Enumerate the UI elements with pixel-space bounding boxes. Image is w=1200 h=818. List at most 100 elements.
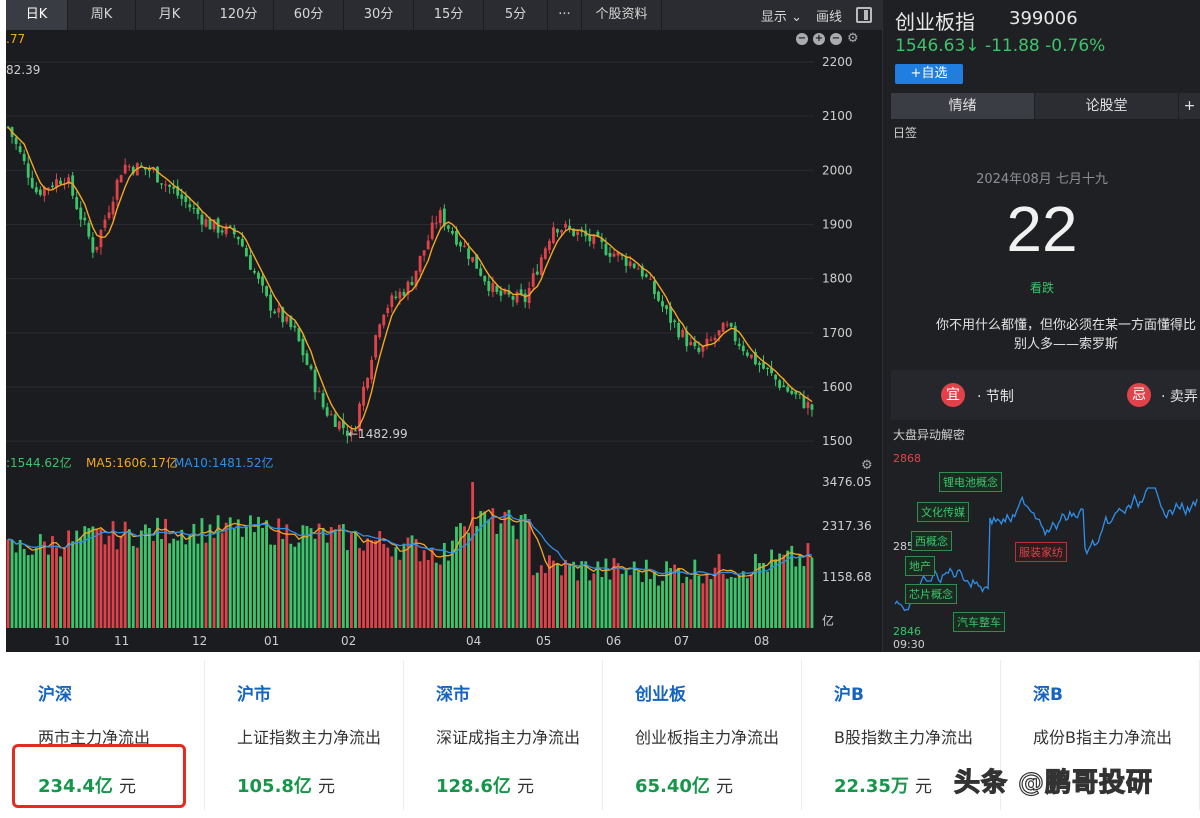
tab-15min[interactable]: 15分 bbox=[414, 0, 484, 30]
candle-body bbox=[459, 242, 462, 246]
volume-bar bbox=[649, 579, 652, 628]
candle-body bbox=[435, 223, 438, 224]
volume-bar bbox=[528, 519, 531, 628]
tab-stock-profile[interactable]: 个股资料 bbox=[582, 0, 662, 30]
volume-bar bbox=[192, 524, 195, 628]
kline-chart[interactable]: .77 82.39 ←1482.99 220021002000190018001… bbox=[6, 30, 882, 652]
tab-sentiment[interactable]: 情绪 bbox=[891, 93, 1035, 119]
concept-tag[interactable]: 锂电池概念 bbox=[939, 472, 1002, 492]
month-label: 06 bbox=[606, 634, 621, 648]
concept-tag[interactable]: 汽车整车 bbox=[953, 612, 1005, 632]
candle-body bbox=[786, 387, 789, 392]
right-tabs: 情绪 论股堂 + bbox=[891, 93, 1200, 119]
tab-week-k[interactable]: 周K bbox=[68, 0, 136, 30]
flow-card[interactable]: 创业板创业板指主力净流出65.40亿元 bbox=[603, 660, 802, 810]
volume-bar bbox=[750, 574, 753, 628]
candle-body bbox=[516, 292, 519, 302]
volume-bar bbox=[152, 541, 155, 628]
candle-body bbox=[27, 163, 30, 177]
tab-month-k[interactable]: 月K bbox=[136, 0, 204, 30]
volume-bar bbox=[75, 531, 78, 628]
candle-body bbox=[637, 269, 640, 270]
flow-unit: 元 bbox=[716, 777, 733, 797]
concept-tag[interactable]: 文化传媒 bbox=[917, 502, 969, 522]
tab-120min[interactable]: 120分 bbox=[204, 0, 274, 30]
volume-bar bbox=[592, 573, 595, 628]
volume-bar bbox=[641, 582, 644, 628]
flow-card[interactable]: 深市深证成指主力净流出128.6亿元 bbox=[404, 660, 603, 810]
candle-body bbox=[467, 248, 470, 258]
volume-bar bbox=[673, 565, 676, 628]
candle-body bbox=[95, 247, 98, 250]
flow-unit: 元 bbox=[318, 777, 335, 797]
more-tabs-button[interactable]: ··· bbox=[548, 0, 582, 30]
candle-body bbox=[241, 239, 244, 247]
candle-body bbox=[209, 219, 212, 229]
candle-body bbox=[100, 230, 103, 247]
volume-bar bbox=[265, 520, 268, 628]
candle-body bbox=[718, 330, 721, 335]
volume-bar bbox=[701, 583, 704, 628]
volume-bar bbox=[661, 581, 664, 628]
candle-body bbox=[774, 375, 777, 380]
volume-bar bbox=[354, 532, 357, 628]
volume-bar bbox=[184, 544, 187, 628]
candle-body bbox=[536, 272, 539, 275]
tab-day-k[interactable]: 日K bbox=[6, 0, 68, 30]
candle-body bbox=[374, 335, 377, 357]
candle-body bbox=[689, 342, 692, 345]
concept-tag[interactable]: 地产 bbox=[905, 556, 935, 576]
concept-tag[interactable]: 西概念 bbox=[911, 531, 952, 551]
month-label: 10 bbox=[54, 634, 69, 648]
add-tab-button[interactable]: + bbox=[1179, 93, 1200, 119]
volume-bar bbox=[390, 556, 393, 628]
candle-body bbox=[455, 231, 458, 245]
display-dropdown[interactable]: 显示 ⌄ bbox=[761, 6, 802, 25]
volume-bar bbox=[495, 534, 498, 628]
candle-body bbox=[673, 321, 676, 323]
add-favorite-button[interactable]: +自选 bbox=[895, 64, 963, 84]
volume-bar bbox=[766, 572, 769, 628]
concept-tag[interactable]: 服装家纺 bbox=[1015, 542, 1067, 562]
tab-5min[interactable]: 5分 bbox=[484, 0, 548, 30]
candle-body bbox=[807, 402, 810, 408]
yi-badge: 宜 bbox=[941, 383, 965, 407]
volume-bar bbox=[358, 548, 361, 628]
tab-30min[interactable]: 30分 bbox=[344, 0, 414, 30]
tab-forum[interactable]: 论股堂 bbox=[1035, 93, 1179, 119]
panel-toggle-icon[interactable] bbox=[856, 7, 872, 23]
candle-body bbox=[649, 279, 652, 280]
candle-body bbox=[237, 237, 240, 239]
tab-60min[interactable]: 60分 bbox=[274, 0, 344, 30]
volume-bar bbox=[132, 546, 135, 628]
daily-sign-label: 日签 bbox=[893, 124, 917, 141]
volume-bar bbox=[374, 540, 377, 628]
candle-body bbox=[378, 324, 381, 337]
flow-value-wrap: 65.40亿元 bbox=[635, 772, 733, 798]
volume-bar bbox=[188, 535, 191, 628]
volume-bar bbox=[104, 544, 107, 628]
candle-body bbox=[180, 194, 183, 198]
display-label: 显示 bbox=[761, 10, 787, 25]
volume-bar bbox=[710, 579, 713, 628]
volume-bar bbox=[350, 531, 353, 628]
draw-line-button[interactable]: 画线 bbox=[816, 6, 842, 25]
concept-tag[interactable]: 芯片概念 bbox=[905, 584, 957, 604]
volume-bar bbox=[794, 566, 797, 628]
market-anomaly-label: 大盘异动解密 bbox=[893, 426, 965, 443]
volume-bar bbox=[269, 545, 272, 628]
volume-bar bbox=[394, 547, 397, 628]
volume-bar bbox=[338, 525, 341, 628]
volume-gear-icon[interactable]: ⚙ bbox=[861, 458, 873, 473]
candle-body bbox=[390, 295, 393, 307]
candle-body bbox=[750, 355, 753, 358]
candle-body bbox=[495, 286, 498, 292]
candle-body bbox=[192, 208, 195, 209]
volume-bar bbox=[681, 583, 684, 628]
candle-body bbox=[722, 323, 725, 332]
candle-body bbox=[512, 296, 515, 300]
flow-card[interactable]: 沪市上证指数主力净流出105.8亿元 bbox=[205, 660, 404, 810]
flow-title: 沪市 bbox=[237, 680, 271, 705]
candle-body bbox=[386, 308, 389, 313]
ji-text: · 卖弄 bbox=[1161, 386, 1198, 406]
